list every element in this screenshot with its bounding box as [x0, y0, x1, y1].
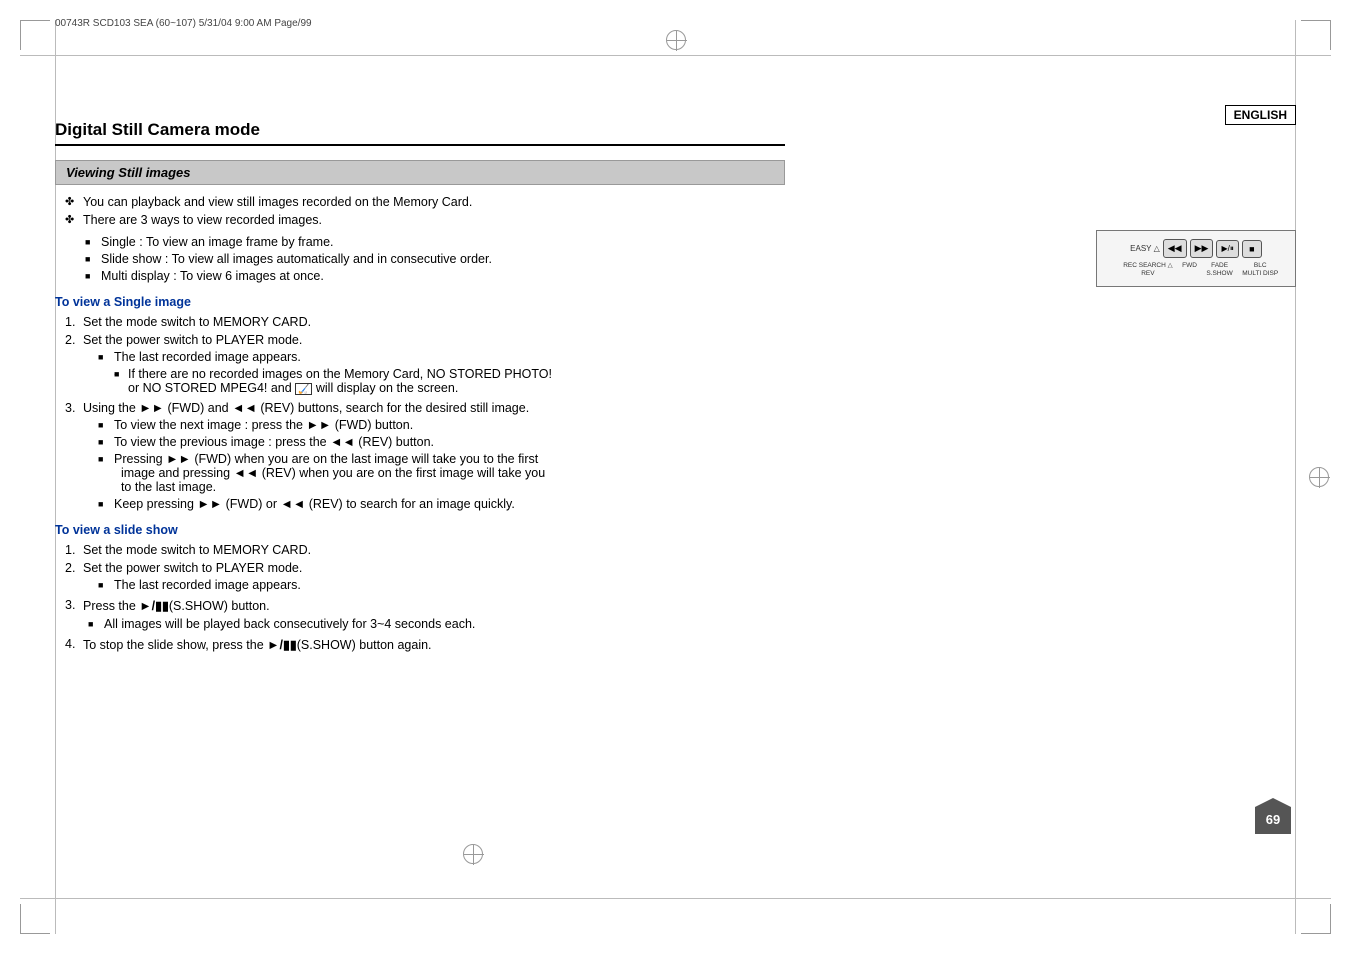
slide-step-4: All images will be played back consecuti…: [65, 617, 785, 631]
slide-step-2-sub: The last recorded image appears.: [98, 578, 785, 592]
corner-mark-tr: [1301, 20, 1331, 50]
doc-info: 00743R SCD103 SEA (60~107) 5/31/04 9:00 …: [55, 18, 312, 29]
step-3-sub-3: Pressing ►► (FWD) when you are on the la…: [98, 452, 785, 494]
step-2: 2. Set the power switch to PLAYER mode. …: [65, 333, 785, 395]
camera-buttons-row: EASY △ ◀◀ ▶▶ ▶/⏸ ■: [1107, 239, 1285, 258]
slide-step-2-sub-1: The last recorded image appears.: [98, 578, 785, 592]
corner-mark-tl: [20, 20, 50, 50]
slide-step-2: 2. Set the power switch to PLAYER mode. …: [65, 561, 785, 592]
corner-mark-br: [1301, 904, 1331, 934]
slide-step-1: 1. Set the mode switch to MEMORY CARD.: [65, 543, 785, 557]
sshow-button[interactable]: ▶/⏸: [1216, 240, 1238, 258]
slide-step-4-sub-1: All images will be played back consecuti…: [88, 617, 785, 631]
view-type-multi: Multi display : To view 6 images at once…: [85, 269, 785, 283]
step-2-dash: If there are no recorded images on the M…: [114, 367, 785, 395]
border-right: [1295, 20, 1296, 934]
rev-button[interactable]: ◀◀: [1163, 239, 1187, 258]
single-image-steps: 1. Set the mode switch to MEMORY CARD. 2…: [65, 315, 785, 511]
slide-show-heading: To view a slide show: [55, 523, 785, 537]
view-types-list: Single : To view an image frame by frame…: [85, 235, 785, 283]
camera-box: EASY △ ◀◀ ▶▶ ▶/⏸ ■ REC SEARCH △REV FWD F…: [1096, 230, 1296, 287]
slide-show-steps: 1. Set the mode switch to MEMORY CARD. 2…: [65, 543, 785, 652]
camera-diagram: EASY △ ◀◀ ▶▶ ▶/⏸ ■ REC SEARCH △REV FWD F…: [1096, 230, 1296, 287]
intro-bullet-2: There are 3 ways to view recorded images…: [65, 213, 785, 227]
border-top: [20, 55, 1331, 56]
intro-bullet-list: You can playback and view still images r…: [65, 195, 785, 227]
step-2-sub: The last recorded image appears. If ther…: [98, 350, 785, 395]
step-3: 3. Using the ►► (FWD) and ◄◄ (REV) butto…: [65, 401, 785, 511]
view-type-single: Single : To view an image frame by frame…: [85, 235, 785, 249]
camera-button-labels: REC SEARCH △REV FWD FADES.SHOW BLCMULTI …: [1107, 262, 1285, 278]
step-2-dash-1: If there are no recorded images on the M…: [114, 367, 785, 395]
reg-mark-right: [1309, 467, 1329, 487]
stop-button[interactable]: ■: [1242, 240, 1262, 258]
single-image-heading: To view a Single image: [55, 295, 785, 309]
intro-bullet-1: You can playback and view still images r…: [65, 195, 785, 209]
label-blc-multi: BLCMULTI DISP: [1242, 262, 1278, 278]
page-number-badge: 69: [1255, 798, 1291, 834]
step-1: 1. Set the mode switch to MEMORY CARD.: [65, 315, 785, 329]
step-2-sub-2: If there are no recorded images on the M…: [114, 367, 785, 395]
slide-step-4-sub: All images will be played back consecuti…: [88, 617, 785, 631]
slide-step-3: 3. Press the ►/▮▮(S.SHOW) button.: [65, 598, 785, 613]
language-badge: ENGLISH: [1225, 105, 1296, 125]
label-rec-search-rev: REC SEARCH △REV: [1123, 262, 1172, 278]
label-rec-search-fwd: FWD: [1182, 262, 1197, 278]
reg-mark-top: [666, 30, 686, 50]
border-bottom: [20, 898, 1331, 899]
step-2-sub-1: The last recorded image appears.: [98, 350, 785, 364]
easy-label: EASY △: [1130, 244, 1160, 253]
slide-step-5: 4. To stop the slide show, press the ►/▮…: [65, 637, 785, 652]
step-3-sub-4: Keep pressing ►► (FWD) or ◄◄ (REV) to se…: [98, 497, 785, 511]
corner-mark-bl: [20, 904, 50, 934]
section-header: Viewing Still images: [55, 160, 785, 185]
step-3-sub-2: To view the previous image : press the ◄…: [98, 435, 785, 449]
step-3-sub: To view the next image : press the ►► (F…: [98, 418, 785, 511]
page-title: Digital Still Camera mode: [55, 120, 785, 146]
reg-mark-bottom: [463, 844, 483, 864]
fwd-button[interactable]: ▶▶: [1190, 239, 1214, 258]
step-3-sub-1: To view the next image : press the ►► (F…: [98, 418, 785, 432]
label-fade-sshow: FADES.SHOW: [1206, 262, 1232, 278]
view-type-slideshow: Slide show : To view all images automati…: [85, 252, 785, 266]
main-content: Digital Still Camera mode Viewing Still …: [55, 120, 785, 658]
